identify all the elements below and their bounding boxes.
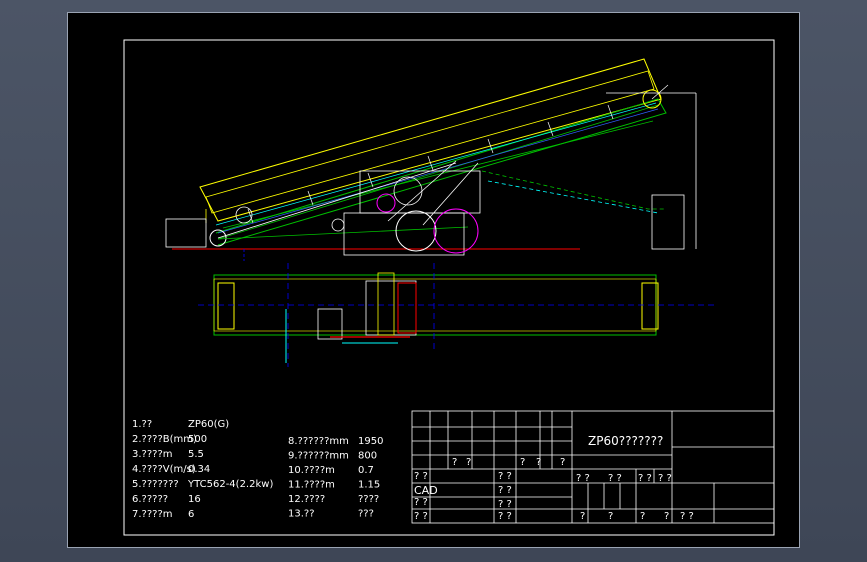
tail-pulley-plan	[217, 282, 235, 330]
cad-label: CAD	[414, 484, 438, 497]
wheel-right	[433, 208, 479, 254]
tb-cell: ?	[560, 457, 565, 468]
spec-label: 3.????m	[132, 449, 173, 460]
tb-cell: ?	[536, 457, 541, 468]
tb-cell: ? ?	[498, 511, 512, 522]
spec-value: 16	[188, 494, 201, 505]
drawing-sheet: 1.?? ZP60(G) 2.????B(mm) 500 3.????m 5.5 4.???…	[67, 12, 800, 548]
spec-label: 13.??	[288, 509, 315, 520]
spec-value: 500	[188, 434, 207, 445]
spec-value: 5.5	[188, 449, 204, 460]
spec-value: 0.34	[188, 464, 210, 475]
tb-cell: ? ?	[638, 473, 652, 484]
specs-right: 8.??????mm 1950 9.??????mm 800 10.????m 0.7 11…	[288, 436, 383, 520]
cad-drawing: 1.?? ZP60(G)2.????B(mm)5003.????m 5.54.???…	[123, 39, 775, 536]
spec-label: 10.????m	[288, 465, 335, 476]
inner-frame	[123, 39, 775, 536]
tb-cell: ? ?	[608, 473, 622, 484]
drawing-title: ZP60???????	[588, 434, 663, 448]
spec-label: 7.????m	[132, 509, 173, 520]
spec-value: 800	[358, 451, 377, 462]
tb-cell: ?	[580, 511, 585, 522]
elevation-view	[165, 58, 697, 261]
spec-value: ???	[358, 509, 374, 520]
tail-box	[165, 218, 207, 248]
tb-cell: ?	[452, 457, 457, 468]
tb-cell: ?	[520, 457, 525, 468]
spec-value: ????	[358, 494, 379, 505]
spec-value: ZP60(G)	[188, 419, 229, 430]
idlers	[247, 104, 614, 224]
spec-label: 1.??	[132, 419, 152, 430]
spec-value: 1950	[358, 436, 383, 447]
tb-cell: ?	[466, 457, 471, 468]
spec-value: 0.7	[358, 465, 374, 476]
belt-cover-inner	[205, 70, 655, 214]
spec-label: 4.????V(m/s)	[132, 464, 196, 475]
tb-cell: ? ?	[414, 471, 428, 482]
tb-cell: ?	[608, 511, 613, 522]
tb-cell: ? ?	[576, 473, 590, 484]
tb-cell: ?	[664, 511, 669, 522]
tb-cell: ? ?	[498, 485, 512, 496]
spec-label: 8.??????mm	[288, 436, 349, 447]
tb-cell: ? ?	[680, 511, 694, 522]
spec-label: 5.???????	[132, 479, 179, 490]
specs-left: 1.?? ZP60(G)2.????B(mm)5003.????m 5.54.???…	[132, 419, 273, 520]
spec-label: 6.?????	[132, 494, 168, 505]
spec-label: 12.????	[288, 494, 325, 505]
tb-cell: ?	[640, 511, 645, 522]
plan-view	[198, 263, 714, 367]
wheel-left	[395, 210, 437, 252]
tb-cell: ? ?	[498, 499, 512, 510]
tb-cell: ? ?	[658, 473, 672, 484]
spec-label: 11.????m	[288, 480, 335, 491]
spec-value: 6	[188, 509, 194, 520]
spec-value: YTC562-4(2.2kw)	[187, 479, 273, 490]
conveyor-frame	[215, 98, 667, 246]
spec-label: 9.??????mm	[288, 451, 349, 462]
tb-cell: ? ?	[414, 511, 428, 522]
spec-value: 1.15	[358, 480, 380, 491]
tb-cell: ? ?	[498, 471, 512, 482]
tb-cell: ? ?	[414, 497, 428, 508]
